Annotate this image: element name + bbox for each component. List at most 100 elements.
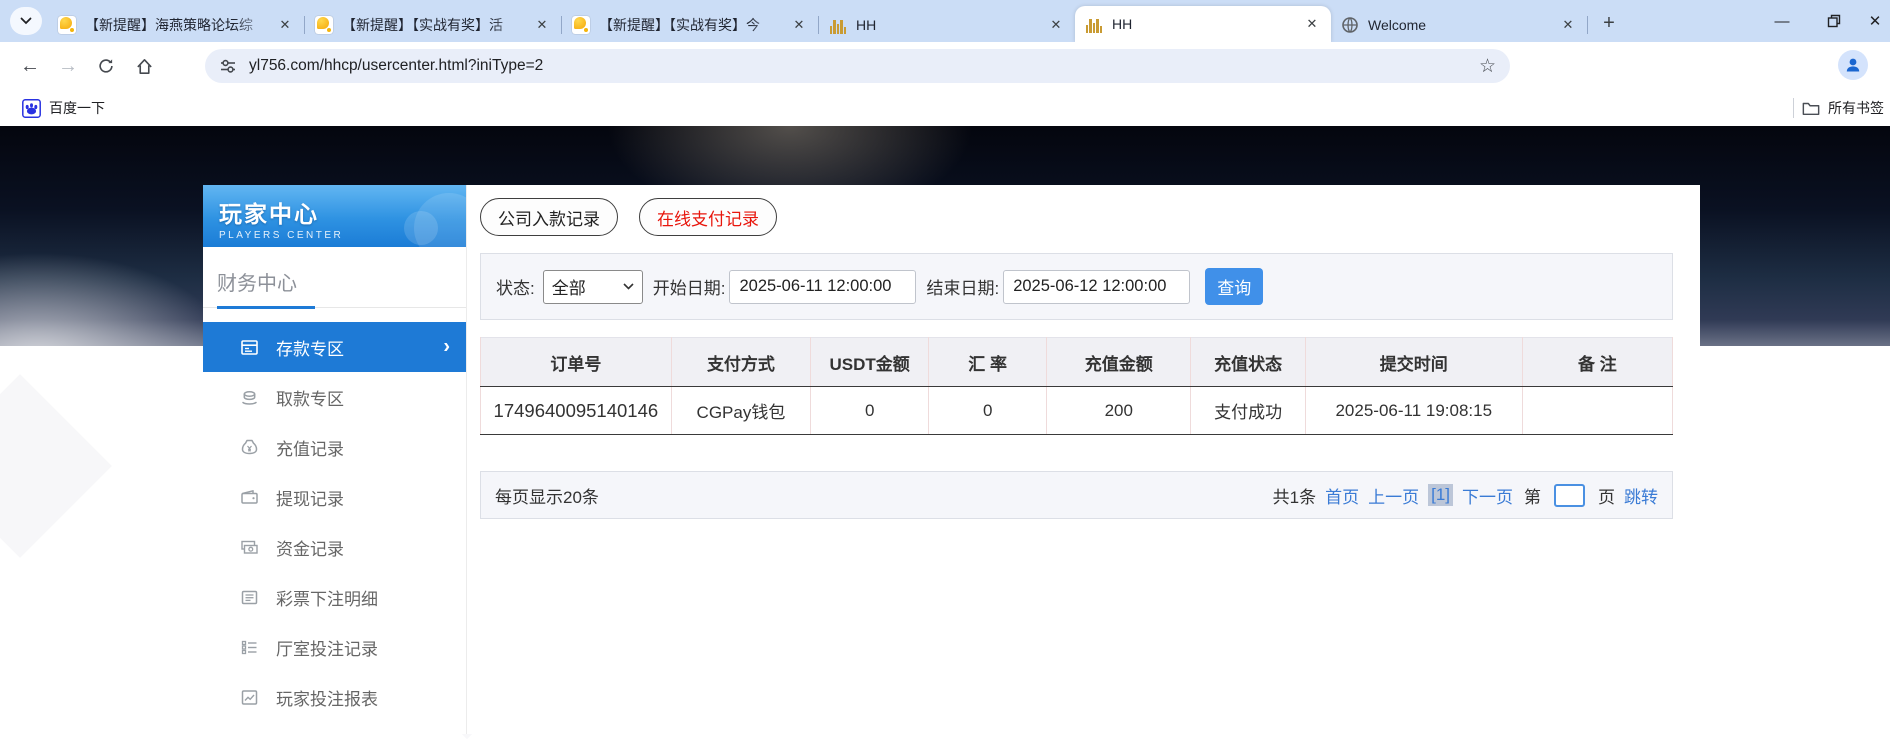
jump-suffix-label: 页 bbox=[1598, 483, 1615, 508]
status-select[interactable]: 全部 bbox=[543, 270, 643, 304]
browser-tab-3[interactable]: 【新提醒】【实战有奖】今 ✕ bbox=[562, 8, 818, 42]
tab-close-icon[interactable]: ✕ bbox=[276, 16, 294, 34]
sidebar-item-deposit-zone[interactable]: 存款专区 › bbox=[203, 322, 466, 372]
col-header-status: 充值状态 bbox=[1191, 338, 1305, 387]
sidebar-item-hall-bet-record[interactable]: 厅室投注记录 bbox=[203, 622, 466, 672]
url-bar[interactable]: yl756.com/hhcp/usercenter.html?iniType=2… bbox=[205, 49, 1510, 83]
sidebar: 玩家中心 PLAYERS CENTER 财务中心 存款专区 › bbox=[203, 185, 467, 734]
chevron-down-icon bbox=[20, 17, 32, 25]
query-button[interactable]: 查询 bbox=[1205, 268, 1263, 305]
window-minimize-button[interactable]: — bbox=[1756, 0, 1808, 42]
page-size-text: 每页显示20条 bbox=[495, 483, 599, 508]
forward-button[interactable]: → bbox=[52, 50, 84, 82]
end-date-label: 结束日期: bbox=[926, 274, 999, 299]
grid-list-icon bbox=[239, 637, 259, 657]
forum-favicon-icon bbox=[58, 16, 76, 34]
back-button[interactable]: ← bbox=[14, 50, 46, 82]
bookmark-baidu[interactable]: 百度一下 bbox=[14, 94, 113, 122]
new-tab-button[interactable]: + bbox=[1596, 10, 1622, 36]
browser-toolbar: ← → yl756.com/hhcp/usercenter.html?iniTy… bbox=[0, 42, 1890, 90]
browser-tab-4[interactable]: HH ✕ bbox=[819, 8, 1075, 42]
filter-panel: 状态: 全部 开始日期: 结束日期: 查询 bbox=[480, 253, 1673, 320]
tab-online-payment-record[interactable]: 在线支付记录 bbox=[639, 198, 777, 236]
col-header-amount: 充值金额 bbox=[1047, 338, 1191, 387]
wallet-icon bbox=[239, 487, 259, 507]
jump-prefix-label: 第 bbox=[1524, 483, 1541, 508]
bookmarks-bar: 百度一下 所有书签 bbox=[0, 90, 1890, 126]
prev-page-link[interactable]: 上一页 bbox=[1368, 483, 1419, 508]
report-chart-icon bbox=[239, 687, 259, 707]
profile-avatar[interactable] bbox=[1838, 50, 1868, 80]
page-jump-input[interactable] bbox=[1554, 484, 1585, 507]
list-icon bbox=[239, 587, 259, 607]
tab-divider bbox=[1587, 16, 1588, 34]
cell-amount: 200 bbox=[1047, 387, 1191, 435]
pagination-bar: 每页显示20条 共1条 首页 上一页 [1] 下一页 第 页 跳转 bbox=[480, 471, 1673, 519]
col-header-remark: 备 注 bbox=[1522, 338, 1672, 387]
cell-submit-time: 2025-06-11 19:08:15 bbox=[1305, 387, 1522, 435]
cell-pay-method: CGPay钱包 bbox=[671, 387, 810, 435]
tab-search-button[interactable] bbox=[10, 7, 42, 35]
person-icon bbox=[1843, 55, 1863, 75]
all-bookmarks-button[interactable]: 所有书签 bbox=[1802, 98, 1890, 118]
tab-close-icon[interactable]: ✕ bbox=[533, 16, 551, 34]
window-close-button[interactable]: ✕ bbox=[1860, 0, 1890, 42]
window-restore-button[interactable] bbox=[1808, 0, 1860, 42]
background-watermark bbox=[0, 374, 112, 558]
col-header-usdt-amount: USDT金额 bbox=[811, 338, 929, 387]
sidebar-item-recharge-record[interactable]: 充值记录 bbox=[203, 422, 466, 472]
sidebar-item-withdrawal-record[interactable]: 提现记录 bbox=[203, 472, 466, 522]
all-bookmarks-label: 所有书签 bbox=[1828, 98, 1884, 118]
browser-tab-2[interactable]: 【新提醒】【实战有奖】活 ✕ bbox=[305, 8, 561, 42]
tab-close-icon[interactable]: ✕ bbox=[1047, 16, 1065, 34]
browser-tab-5-active[interactable]: HH ✕ bbox=[1075, 6, 1331, 42]
tab-title: HH bbox=[856, 17, 1047, 33]
sidebar-item-funds-record[interactable]: 资金记录 bbox=[203, 522, 466, 572]
money-bag-icon bbox=[239, 437, 259, 457]
home-icon bbox=[135, 57, 154, 76]
sidebar-item-player-bet-report[interactable]: 玩家投注报表 bbox=[203, 672, 466, 722]
players-center-subtitle: PLAYERS CENTER bbox=[219, 230, 466, 241]
end-date-input[interactable] bbox=[1003, 270, 1190, 304]
browser-tab-1[interactable]: 【新提醒】海燕策略论坛综 ✕ bbox=[48, 8, 304, 42]
tab-close-icon[interactable]: ✕ bbox=[1559, 16, 1577, 34]
sidebar-item-lottery-bet-detail[interactable]: 彩票下注明细 bbox=[203, 572, 466, 622]
next-page-link[interactable]: 下一页 bbox=[1462, 483, 1513, 508]
tab-close-icon[interactable]: ✕ bbox=[790, 16, 808, 34]
tab-title: Welcome bbox=[1368, 17, 1559, 33]
sidebar-item-withdraw-zone[interactable]: 取款专区 bbox=[203, 372, 466, 422]
banknotes-icon bbox=[239, 537, 259, 557]
site-settings-icon[interactable] bbox=[219, 57, 237, 75]
jump-link[interactable]: 跳转 bbox=[1624, 483, 1658, 508]
web-page: 玩家中心 PLAYERS CENTER 财务中心 存款专区 › bbox=[0, 126, 1890, 734]
current-page-indicator: [1] bbox=[1428, 484, 1453, 506]
forum-favicon-icon bbox=[572, 16, 590, 34]
sidebar-item-label: 玩家投注报表 bbox=[276, 685, 378, 710]
start-date-input[interactable] bbox=[729, 270, 916, 304]
browser-tab-6[interactable]: Welcome ✕ bbox=[1331, 8, 1587, 42]
cell-remark bbox=[1522, 387, 1672, 435]
home-button[interactable] bbox=[128, 50, 160, 82]
bookmark-star-icon[interactable]: ☆ bbox=[1479, 55, 1496, 78]
hh-favicon-icon bbox=[829, 16, 847, 34]
url-text[interactable]: yl756.com/hhcp/usercenter.html?iniType=2 bbox=[249, 57, 1479, 75]
bookmarks-divider bbox=[1793, 98, 1794, 118]
col-header-order-id: 订单号 bbox=[481, 338, 672, 387]
sidebar-item-label: 存款专区 bbox=[276, 335, 344, 360]
total-count-text: 共1条 bbox=[1273, 483, 1316, 508]
start-date-label: 开始日期: bbox=[653, 274, 726, 299]
usercenter-container: 玩家中心 PLAYERS CENTER 财务中心 存款专区 › bbox=[203, 185, 1700, 734]
chevron-down-icon bbox=[623, 283, 634, 290]
reload-button[interactable] bbox=[90, 50, 122, 82]
withdraw-icon bbox=[239, 387, 259, 407]
sidebar-section-header: 财务中心 bbox=[203, 247, 466, 308]
tab-company-deposit-record[interactable]: 公司入款记录 bbox=[480, 198, 618, 236]
bookmark-label: 百度一下 bbox=[49, 98, 105, 118]
col-header-pay-method: 支付方式 bbox=[671, 338, 810, 387]
sidebar-item-label: 彩票下注明细 bbox=[276, 585, 378, 610]
first-page-link[interactable]: 首页 bbox=[1325, 483, 1359, 508]
folder-icon bbox=[1802, 100, 1820, 116]
browser-tab-strip: 【新提醒】海燕策略论坛综 ✕ 【新提醒】【实战有奖】活 ✕ 【新提醒】【实战有奖… bbox=[0, 0, 1890, 42]
tab-close-icon[interactable]: ✕ bbox=[1303, 15, 1321, 33]
status-label: 状态: bbox=[496, 274, 535, 299]
